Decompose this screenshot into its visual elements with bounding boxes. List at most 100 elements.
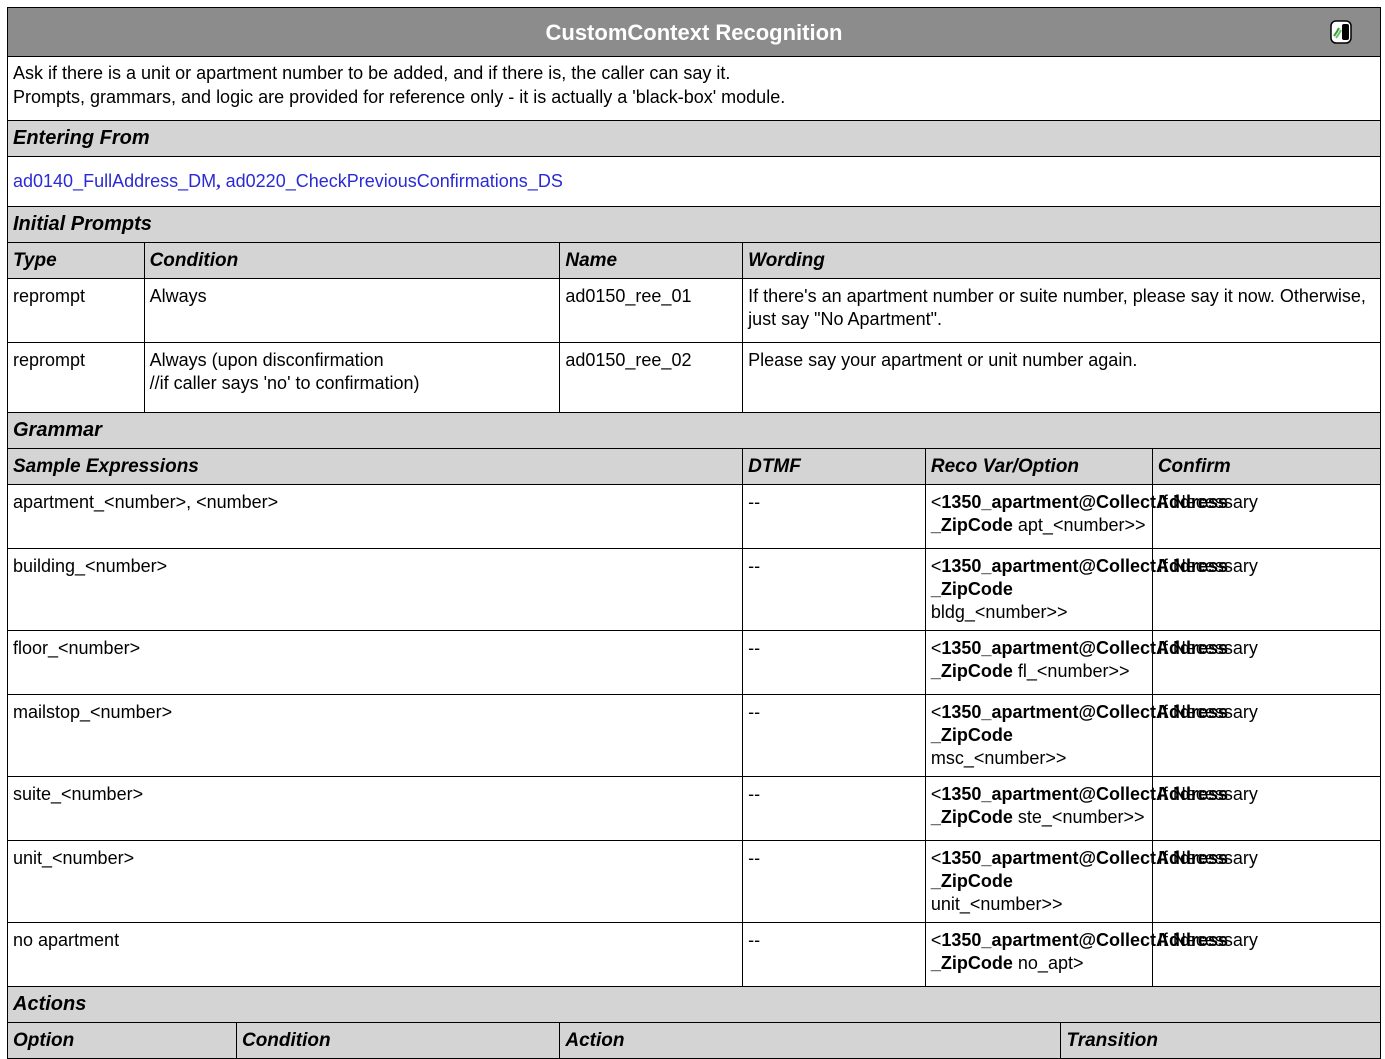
page-title-text: CustomContext Recognition bbox=[545, 19, 843, 45]
prompt-condition: Always (upon disconfirmation //if caller… bbox=[143, 342, 561, 413]
reco-var-name-cont: _ZipCode bbox=[930, 953, 1013, 973]
col-option: Option bbox=[7, 1022, 237, 1059]
grammar-row: floor_<number> -- <1350_apartment@CollectA… bbox=[6, 630, 1382, 695]
reco-option: unit_<number>> bbox=[930, 894, 1063, 914]
reco-option: apt_<number>> bbox=[1017, 515, 1146, 535]
recognition-speaker-icon bbox=[1330, 20, 1352, 44]
grammar-confirm: If Necessary bbox=[1151, 548, 1382, 631]
grammar-expression: floor_<number> bbox=[6, 630, 744, 695]
prompt-row: reprompt Always (upon disconfirmation //… bbox=[7, 342, 1381, 413]
prompt-name: ad0150_ree_01 bbox=[559, 278, 744, 343]
description-line-2: Prompts, grammars, and logic are provide… bbox=[13, 87, 786, 107]
col-reco-var-option: Reco Var/Option bbox=[924, 448, 1153, 485]
grammar-row: mailstop_<number> -- <1350_apartment@Colle… bbox=[6, 694, 1382, 777]
col-type: Type bbox=[7, 242, 145, 279]
section-grammar: Grammar bbox=[7, 412, 1381, 449]
reco-var-name-cont: _ZipCode bbox=[930, 579, 1013, 599]
reco-option: fl_<number>> bbox=[1017, 661, 1130, 681]
section-initial-prompts: Initial Prompts bbox=[7, 206, 1381, 243]
reco-option: bldg_<number>> bbox=[930, 602, 1068, 622]
grammar-row: building_<number> -- <1350_apartment@Colle… bbox=[6, 548, 1382, 631]
col-action: Action bbox=[559, 1022, 1062, 1059]
prompt-type: reprompt bbox=[7, 342, 145, 413]
section-entering-from: Entering From bbox=[7, 120, 1381, 157]
grammar-dtmf: -- bbox=[742, 922, 926, 987]
module-description: Ask if there is a unit or apartment numb… bbox=[7, 56, 1381, 121]
grammar-reco-var: <1350_apartment@CollectAddress _ZipCode s… bbox=[924, 776, 1228, 841]
grammar-confirm: If Necessary bbox=[1151, 922, 1382, 987]
reco-option: msc_<number>> bbox=[930, 748, 1067, 768]
grammar-confirm: If Necessary bbox=[1151, 484, 1382, 549]
grammar-reco-var: <1350_apartment@CollectAddress _ZipCode a… bbox=[924, 484, 1228, 549]
page-title: CustomContext Recognition bbox=[7, 7, 1381, 57]
col-confirm: Confirm bbox=[1151, 448, 1382, 485]
grammar-row: no apartment -- <1350_apartment@CollectAdd… bbox=[6, 922, 1382, 987]
grammar-row: unit_<number> -- <1350_apartment@CollectAd… bbox=[6, 840, 1382, 923]
link-ad0140-full-address[interactable]: ad0140_FullAddress_DM bbox=[13, 171, 216, 191]
grammar-expression: no apartment bbox=[6, 922, 744, 987]
col-action-condition: Condition bbox=[235, 1022, 561, 1059]
prompt-condition: Always bbox=[143, 278, 561, 343]
section-actions: Actions bbox=[7, 986, 1381, 1023]
col-transition: Transition bbox=[1060, 1022, 1381, 1059]
reco-prefix: < bbox=[930, 702, 942, 722]
reco-prefix: < bbox=[930, 556, 942, 576]
col-condition: Condition bbox=[143, 242, 561, 279]
prompt-type: reprompt bbox=[7, 278, 145, 343]
grammar-reco-var: <1350_apartment@CollectAddress _ZipCode n… bbox=[924, 922, 1228, 987]
reco-prefix: < bbox=[930, 848, 942, 868]
spec-document: CustomContext Recognition Ask if there i… bbox=[6, 7, 1382, 1059]
col-dtmf: DTMF bbox=[742, 448, 926, 485]
grammar-row: apartment_<number>, <number> -- <1350_apar… bbox=[6, 484, 1382, 549]
description-line-1: Ask if there is a unit or apartment numb… bbox=[13, 63, 731, 83]
grammar-dtmf: -- bbox=[742, 484, 926, 549]
prompt-row: reprompt Always ad0150_ree_01 If there's… bbox=[7, 278, 1381, 343]
grammar-confirm: If Necessary bbox=[1151, 694, 1382, 777]
reco-var-name-cont: _ZipCode bbox=[930, 661, 1013, 681]
grammar-rows: apartment_<number>, <number> -- <1350_apar… bbox=[6, 484, 1382, 987]
grammar-expression: suite_<number> bbox=[6, 776, 744, 841]
col-wording: Wording bbox=[742, 242, 1381, 279]
grammar-reco-var: <1350_apartment@CollectAddress _ZipCode b… bbox=[924, 548, 1228, 631]
grammar-confirm: If Necessary bbox=[1151, 776, 1382, 841]
reco-prefix: < bbox=[930, 638, 942, 658]
entering-from-links: ad0140_FullAddress_DM, ad0220_CheckPrevi… bbox=[7, 156, 1381, 207]
reco-var-name-cont: _ZipCode bbox=[930, 807, 1013, 827]
grammar-confirm: If Necessary bbox=[1151, 630, 1382, 695]
grammar-expression: unit_<number> bbox=[6, 840, 744, 923]
grammar-row: suite_<number> -- <1350_apartment@CollectA… bbox=[6, 776, 1382, 841]
grammar-dtmf: -- bbox=[742, 776, 926, 841]
link-ad0220-check-previous-confirmations[interactable]: ad0220_CheckPreviousConfirmations_DS bbox=[226, 171, 563, 191]
grammar-dtmf: -- bbox=[742, 548, 926, 631]
col-name: Name bbox=[559, 242, 744, 279]
reco-option: ste_<number>> bbox=[1017, 807, 1145, 827]
grammar-header-row: Sample Expressions DTMF Reco Var/Option … bbox=[6, 448, 1382, 485]
spec-table: CustomContext Recognition Ask if there i… bbox=[6, 7, 1382, 1059]
prompt-wording: Please say your apartment or unit number… bbox=[742, 342, 1381, 413]
prompt-wording: If there's an apartment number or suite … bbox=[742, 278, 1381, 343]
reco-prefix: < bbox=[930, 492, 942, 512]
prompt-name: ad0150_ree_02 bbox=[559, 342, 744, 413]
reco-option: no_apt> bbox=[1017, 953, 1084, 973]
grammar-expression: building_<number> bbox=[6, 548, 744, 631]
reco-var-name-cont: _ZipCode bbox=[930, 871, 1013, 891]
reco-prefix: < bbox=[930, 784, 942, 804]
link-separator: , bbox=[216, 171, 221, 191]
grammar-dtmf: -- bbox=[742, 630, 926, 695]
grammar-confirm: If Necessary bbox=[1151, 840, 1382, 923]
reco-var-name-cont: _ZipCode bbox=[930, 515, 1013, 535]
col-sample-expressions: Sample Expressions bbox=[6, 448, 744, 485]
prompt-condition-line-2: //if caller says 'no' to confirmation) bbox=[149, 373, 420, 393]
grammar-dtmf: -- bbox=[742, 840, 926, 923]
grammar-dtmf: -- bbox=[742, 694, 926, 777]
prompts-header-row: Type Condition Name Wording bbox=[7, 242, 1381, 279]
prompt-condition-line-1: Always (upon disconfirmation bbox=[149, 350, 384, 370]
grammar-expression: apartment_<number>, <number> bbox=[6, 484, 744, 549]
grammar-expression: mailstop_<number> bbox=[6, 694, 744, 777]
actions-header-row: Option Condition Action Transition bbox=[7, 1022, 1381, 1059]
reco-prefix: < bbox=[930, 930, 942, 950]
prompt-condition-text: Always bbox=[149, 286, 207, 306]
grammar-reco-var: <1350_apartment@CollectAddress _ZipCode m… bbox=[924, 694, 1228, 777]
grammar-reco-var: <1350_apartment@CollectAddress _ZipCode f… bbox=[924, 630, 1228, 695]
grammar-reco-var: <1350_apartment@CollectAddress _ZipCode u… bbox=[924, 840, 1228, 923]
